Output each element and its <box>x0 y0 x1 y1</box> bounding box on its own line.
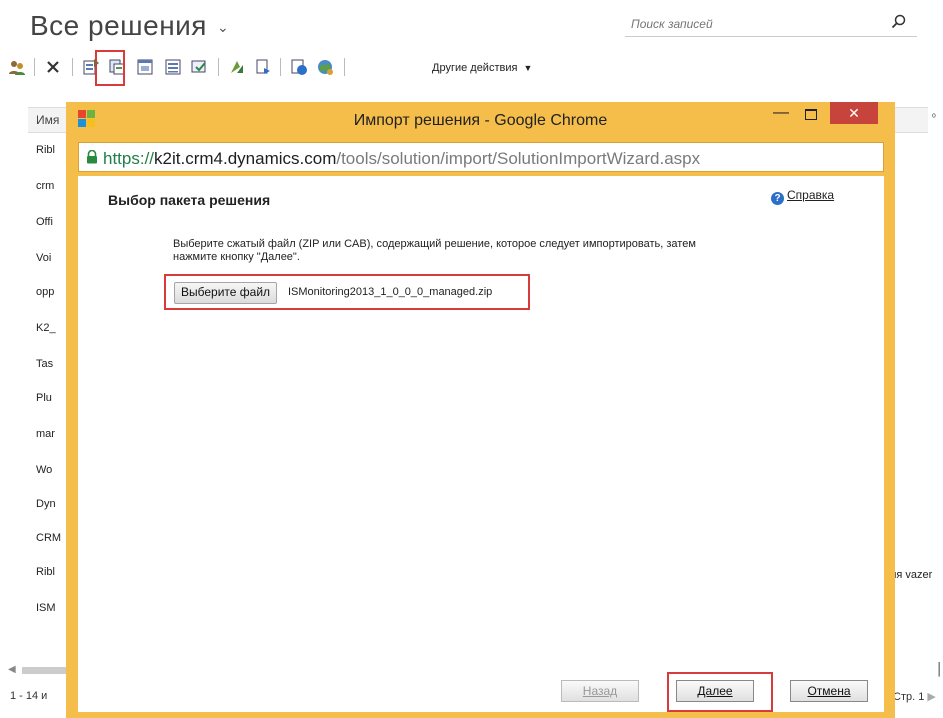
import-solution-window: Импорт решения - Google Chrome — ✕ https… <box>66 102 895 718</box>
minimize-button[interactable]: — <box>766 104 796 128</box>
search-input[interactable] <box>625 12 883 36</box>
list-item[interactable]: K2_ <box>36 322 56 334</box>
document-icon[interactable] <box>254 58 272 76</box>
address-bar[interactable]: https://k2it.crm4.dynamics.com/tools/sol… <box>78 142 884 172</box>
close-button[interactable]: ✕ <box>830 102 878 124</box>
list-item[interactable]: Ribl <box>36 566 55 578</box>
solution-checker-icon[interactable] <box>190 58 208 76</box>
page-indicator: Стр. 1 ▶ <box>893 691 936 703</box>
list-item[interactable]: Offi <box>36 216 53 228</box>
chevron-down-icon: ▼ <box>523 63 533 73</box>
record-count: 1 - 14 и <box>10 690 48 702</box>
list-item[interactable]: crm <box>36 180 54 192</box>
file-chooser-highlight: Выберите файл ISMonitoring2013_1_0_0_0_m… <box>164 274 530 310</box>
sort-icon[interactable]: ᵒ <box>932 112 936 123</box>
chevron-down-icon[interactable]: ⌄ <box>217 19 229 35</box>
help-icon[interactable]: ? <box>771 192 784 205</box>
url-text[interactable]: https://k2it.crm4.dynamics.com/tools/sol… <box>103 149 700 169</box>
search-icon[interactable] <box>891 14 907 30</box>
more-actions-menu[interactable]: Другие действия ▼ <box>432 62 532 74</box>
list-item[interactable]: Tas <box>36 358 53 370</box>
back-button[interactable]: Назад <box>561 680 639 702</box>
lock-icon <box>87 150 97 164</box>
list-item[interactable]: Wo <box>36 464 52 476</box>
dialog-content: Выбор пакета решения ? Справка Выберите с… <box>78 176 884 712</box>
delete-icon[interactable] <box>44 58 62 76</box>
next-page-icon[interactable]: ▶ <box>927 691 935 703</box>
list-item[interactable]: Plu <box>36 392 52 404</box>
import-button-highlight <box>95 50 125 86</box>
list-item[interactable]: Ribl <box>36 144 55 156</box>
scroll-left-icon[interactable]: ◀ <box>8 664 16 675</box>
scroll-right-icon[interactable]: │ <box>936 662 943 676</box>
scroll-thumb[interactable] <box>22 667 72 674</box>
page-refresh-icon[interactable] <box>290 58 308 76</box>
list-item[interactable]: Voi <box>36 252 51 264</box>
list-item[interactable]: ISM <box>36 602 56 614</box>
row-fragment: ля vazer <box>890 569 933 581</box>
globe-settings-icon[interactable] <box>316 58 334 76</box>
help-link[interactable]: ? Справка <box>771 188 834 205</box>
page-title: Все решения ⌄ <box>30 10 230 41</box>
list-item[interactable]: CRM <box>36 532 61 544</box>
list-item[interactable]: Dyn <box>36 498 56 510</box>
toolbar: Другие действия ▼ <box>8 54 938 82</box>
list-item[interactable]: mar <box>36 428 55 440</box>
next-button[interactable]: Далее <box>676 680 754 702</box>
instructions-text: Выберите сжатый файл (ZIP или CAB), соде… <box>173 238 696 263</box>
window-titlebar[interactable]: Импорт решения - Google Chrome — ✕ <box>66 102 895 138</box>
choose-file-button[interactable]: Выберите файл <box>174 282 278 304</box>
maximize-button[interactable] <box>796 103 826 127</box>
clone-solution-icon[interactable] <box>136 58 154 76</box>
workflow-icon[interactable] <box>228 58 246 76</box>
selected-file-name: ISMonitoring2013_1_0_0_0_managed.zip <box>288 286 493 298</box>
add-users-icon[interactable] <box>8 58 26 76</box>
search-box[interactable] <box>625 12 917 37</box>
cancel-button[interactable]: Отмена <box>790 680 868 702</box>
column-name-header[interactable]: Имя <box>36 113 59 127</box>
list-item[interactable]: opp <box>36 286 54 298</box>
dialog-heading: Выбор пакета решения <box>108 192 271 208</box>
publish-icon[interactable] <box>164 58 182 76</box>
